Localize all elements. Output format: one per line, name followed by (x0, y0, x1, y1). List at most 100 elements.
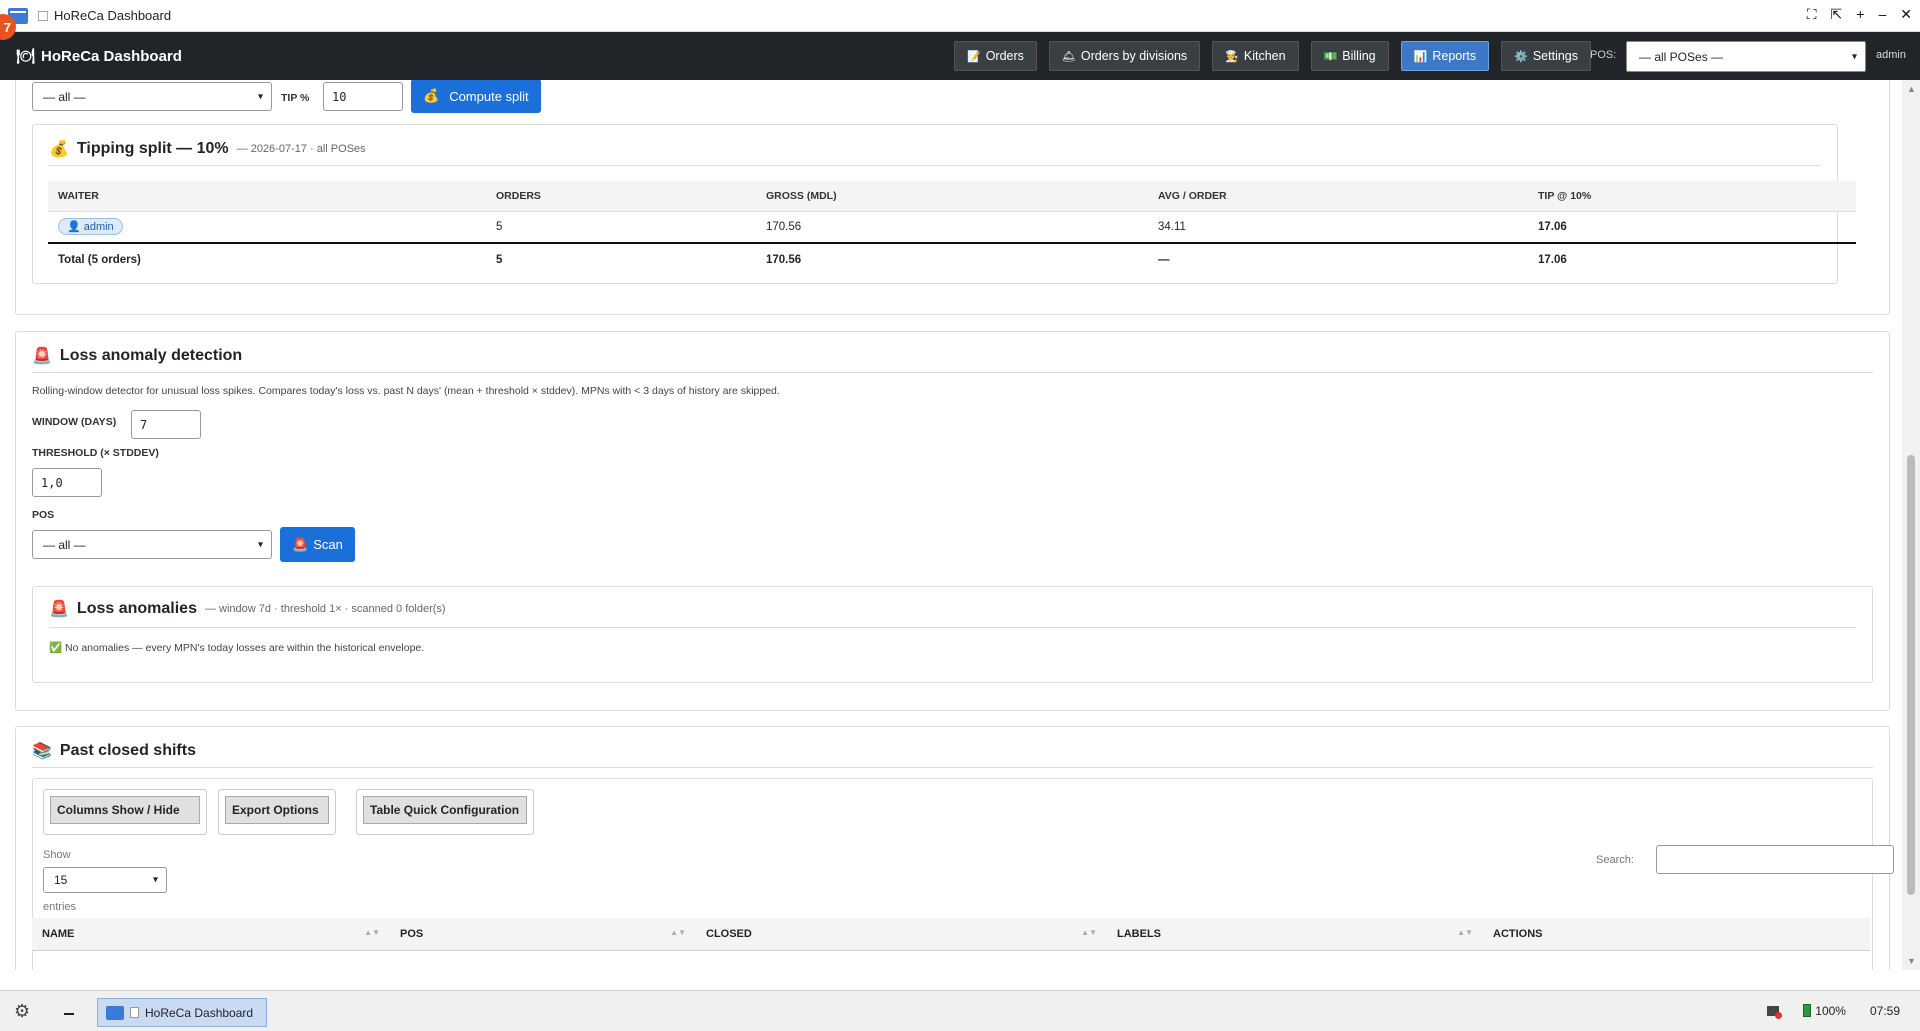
document-icon (38, 11, 48, 21)
app-navbar: 🍽 HoReCa Dashboard 📝 Orders 🛎 Orders by div… (0, 32, 1920, 80)
chevron-down-icon: ▾ (152, 874, 158, 886)
table-row: 👤 admin 5 170.56 34.11 17.06 (48, 211, 1856, 243)
scrollbar-thumb[interactable] (1907, 455, 1915, 895)
export-options-box: Export Options (218, 789, 336, 835)
threshold-label: THRESHOLD (× STDDEV) (32, 447, 159, 459)
chevron-down-icon: ▾ (1851, 51, 1857, 62)
scroll-down-icon[interactable]: ▼ (1907, 956, 1916, 966)
check-icon: ✅ (49, 642, 63, 654)
scroll-up-icon[interactable]: ▲ (1907, 84, 1916, 94)
nav-orders-by-divisions-button[interactable]: 🛎 Orders by divisions (1048, 41, 1201, 71)
show-desktop-icon[interactable] (64, 1013, 74, 1015)
page-length-select[interactable]: 15 ▾ (43, 867, 167, 893)
column-header: ORDERS (486, 181, 756, 212)
nav-kitchen-button[interactable]: 👨‍🍳 Kitchen (1212, 41, 1299, 71)
battery-indicator[interactable]: 100% (1803, 1004, 1846, 1018)
waiter-badge[interactable]: 👤 admin (58, 218, 123, 236)
total-avg: — (1148, 242, 1528, 275)
table-quick-config-button[interactable]: Table Quick Configuration (363, 796, 527, 824)
nav-reports-button[interactable]: 📊 Reports (1400, 41, 1490, 71)
past-shifts-title: 📚 Past closed shifts (32, 742, 196, 760)
os-titlebar: HoReCa Dashboard ⛶ ⇱ + – ✕ (0, 0, 1920, 32)
gear-icon: ⚙️ (1514, 50, 1528, 63)
gross-cell: 170.56 (766, 220, 802, 233)
system-tray: 100% 07:59 (1767, 1004, 1900, 1019)
minimize-icon[interactable]: – (1878, 6, 1886, 23)
no-anomalies-message: ✅ No anomalies — every MPN's today losse… (49, 642, 425, 654)
total-label: Total (5 orders) (48, 242, 486, 275)
search-label: Search: (1596, 854, 1634, 866)
scan-pos-label: POS (32, 509, 55, 521)
money-icon: 💵 (1323, 50, 1338, 63)
loss-anomaly-title: 🚨 Loss anomaly detection (32, 347, 243, 365)
compute-split-button[interactable]: 💰 Compute split (411, 80, 541, 113)
tipping-split-title: 💰 Tipping split — 10% — 2026-07-17 · all P… (49, 140, 366, 158)
network-icon[interactable] (1767, 1006, 1783, 1019)
restore-icon[interactable]: ⇱ (1831, 6, 1843, 23)
taskbar: ⚙ HoReCa Dashboard 100% 07:59 (0, 990, 1920, 1031)
settings-gear-icon[interactable]: ⚙ (14, 1001, 30, 1022)
columns-show-hide-button[interactable]: Columns Show / Hide (50, 796, 200, 824)
loss-anomalies-panel: 🚨 Loss anomalies — window 7d · threshold 1… (32, 586, 1873, 683)
window-controls: ⛶ ⇱ + – ✕ (1807, 6, 1912, 23)
user-icon: 👤 (67, 221, 81, 234)
fullscreen-icon[interactable]: ⛶ (1807, 6, 1817, 23)
orders-cell: 5 (496, 220, 503, 233)
entries-label: entries (43, 901, 77, 913)
tipping-split-subtitle: — 2026-07-17 · all POSes (236, 143, 366, 155)
total-orders: 5 (486, 242, 756, 275)
chevron-down-icon: ▾ (257, 539, 263, 550)
nav-orders-button[interactable]: 📝 Orders (954, 41, 1037, 71)
table-header-row: NAME ▲▼ POS ▲▼ CLOSED ▲▼ LABELS ▲▼ ACTIONS (32, 918, 1870, 951)
close-icon[interactable]: ✕ (1900, 6, 1912, 23)
main-content: — all — ▾ TIP % 10 💰 Compute split 💰 Tippin… (0, 80, 1902, 970)
window-days-label: WINDOW (DAYS) (32, 416, 117, 428)
avg-cell: 34.11 (1158, 220, 1186, 233)
export-options-button[interactable]: Export Options (225, 796, 329, 824)
column-header-name[interactable]: NAME ▲▼ (32, 918, 390, 951)
threshold-input[interactable]: 1,0 (32, 468, 102, 497)
tip-cell: 17.06 (1538, 220, 1567, 233)
tip-percent-input[interactable]: 10 (323, 82, 403, 111)
table-config-box: Table Quick Configuration (356, 789, 534, 835)
books-icon: 📚 (32, 743, 52, 760)
maximize-icon[interactable]: + (1856, 6, 1864, 23)
columns-toggle-box: Columns Show / Hide (43, 789, 207, 835)
folder-icon (106, 1005, 124, 1020)
page-scrollbar[interactable]: ▲ ▼ (1902, 80, 1920, 970)
column-header: TIP @ 10% (1528, 181, 1856, 212)
column-header-pos[interactable]: POS ▲▼ (390, 918, 696, 951)
show-label: Show (43, 849, 71, 861)
document-icon (130, 1007, 139, 1018)
nav-billing-button[interactable]: 💵 Billing (1310, 41, 1389, 71)
search-input[interactable] (1656, 845, 1894, 874)
brand[interactable]: 🍽 HoReCa Dashboard (16, 47, 182, 66)
nav-settings-button[interactable]: ⚙️ Settings (1501, 41, 1591, 71)
tip-pos-select[interactable]: — all — ▾ (32, 82, 272, 111)
column-header: AVG / ORDER (1148, 181, 1528, 212)
clock[interactable]: 07:59 (1870, 1004, 1900, 1018)
scan-button[interactable]: 🚨 Scan (280, 527, 355, 562)
window-days-input[interactable]: 7 (131, 410, 201, 439)
table-header-row: WAITER ORDERS GROSS (MDL) AVG / ORDER TI… (48, 181, 1856, 212)
pos-label: POS: (1590, 49, 1617, 61)
total-tip: 17.06 (1528, 242, 1856, 275)
column-header-labels[interactable]: LABELS ▲▼ (1107, 918, 1483, 951)
sort-icon: ▲▼ (1081, 928, 1097, 937)
past-shifts-table: NAME ▲▼ POS ▲▼ CLOSED ▲▼ LABELS ▲▼ ACTIONS (32, 918, 1870, 951)
memo-icon: 📝 (967, 50, 981, 63)
bell-icon: 🛎 (1061, 50, 1076, 63)
column-header-actions: ACTIONS (1483, 918, 1870, 951)
pos-select[interactable]: — all POSes — ▾ (1626, 41, 1866, 72)
user-name[interactable]: admin (1876, 49, 1906, 61)
siren-icon: 🚨 (49, 601, 69, 618)
window-title: HoReCa Dashboard (38, 8, 171, 23)
sort-icon: ▲▼ (670, 928, 686, 937)
taskbar-app-button[interactable]: HoReCa Dashboard (97, 998, 267, 1027)
cook-icon: 👨‍🍳 (1225, 50, 1239, 63)
scan-pos-select[interactable]: — all — ▾ (32, 530, 272, 559)
tip-percent-label: TIP % (281, 92, 310, 104)
column-header-closed[interactable]: CLOSED ▲▼ (696, 918, 1107, 951)
siren-icon: 🚨 (32, 348, 52, 365)
chevron-down-icon: ▾ (257, 91, 263, 102)
